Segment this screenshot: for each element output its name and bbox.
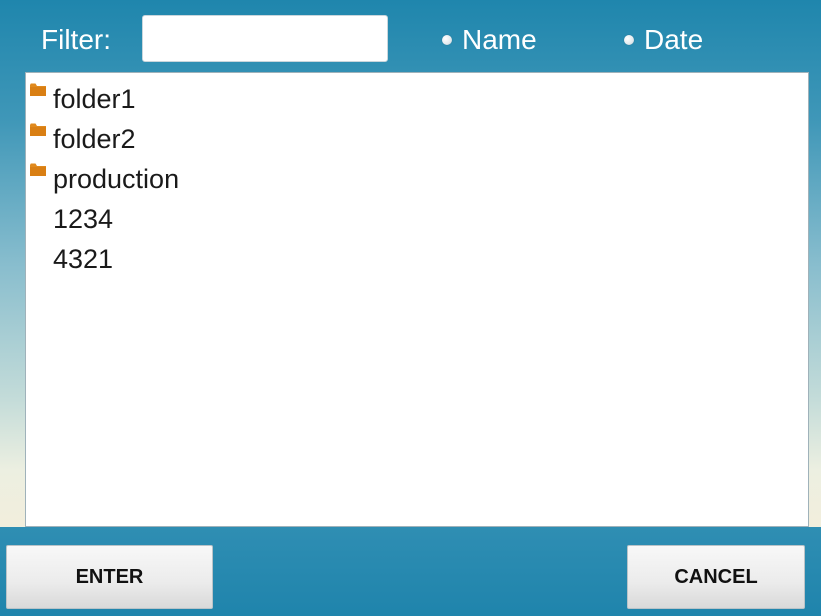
list-item-folder2[interactable]: folder2: [26, 119, 808, 159]
sort-by-date-radio[interactable]: Date: [624, 22, 703, 58]
enter-button[interactable]: ENTER: [6, 545, 213, 609]
cancel-button[interactable]: CANCEL: [627, 545, 805, 609]
folder-icon: [30, 163, 46, 176]
sort-by-date-label: Date: [644, 24, 704, 55]
list-item-label: folder1: [53, 84, 136, 114]
radio-dot-icon: [624, 35, 634, 45]
filter-input[interactable]: [142, 15, 388, 62]
radio-dot-icon: [442, 35, 452, 45]
list-item-label: folder2: [53, 124, 136, 154]
sort-by-name-label: Name: [462, 24, 537, 55]
folder-icon: [30, 83, 46, 96]
list-item-1234[interactable]: 1234: [26, 199, 808, 239]
list-item-4321[interactable]: 4321: [26, 239, 808, 279]
sort-by-name-radio[interactable]: Name: [442, 22, 537, 58]
list-item-label: 1234: [53, 204, 114, 234]
list-item-folder1[interactable]: folder1: [26, 79, 808, 119]
list-item-production[interactable]: production: [26, 159, 808, 199]
file-list[interactable]: folder1 folder2 production 1234 4321: [25, 72, 809, 527]
list-item-label: production: [53, 164, 180, 194]
filter-label: Filter:: [41, 24, 111, 55]
file-picker-dialog: Filter: Name Date folder1 folder2 produc…: [0, 0, 821, 616]
folder-icon: [30, 123, 46, 136]
list-item-label: 4321: [53, 244, 114, 274]
